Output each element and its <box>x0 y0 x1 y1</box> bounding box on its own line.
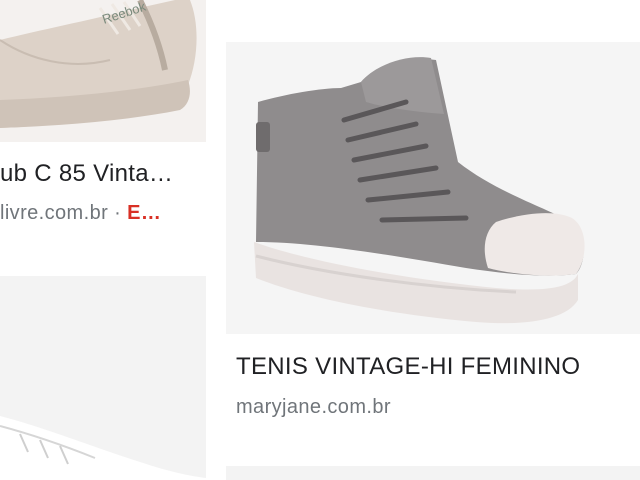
source-badge: E… <box>127 202 162 224</box>
result-image[interactable] <box>226 466 640 480</box>
result-card-tenis-vintage[interactable]: TENIS VINTAGE-HI FEMININO maryjane.com.b… <box>226 42 640 432</box>
result-source: livre.com.br · E… <box>0 202 161 225</box>
result-title[interactable]: TENIS VINTAGE-HI FEMININO <box>236 353 580 381</box>
result-card-partial[interactable] <box>226 466 640 480</box>
result-source: maryjane.com.br <box>236 396 391 418</box>
source-domain: livre.com.br <box>0 202 109 224</box>
source-separator: · <box>114 202 122 224</box>
result-card-reebok[interactable]: Reebok ub C 85 Vinta… livre.com.br · E… <box>0 0 206 240</box>
sneaker-reebok-image[interactable]: Reebok <box>0 0 206 142</box>
sneaker-grey-high-top-image[interactable] <box>226 42 640 334</box>
result-title[interactable]: ub C 85 Vinta… <box>0 160 173 188</box>
result-card-white-sneaker[interactable] <box>0 276 206 480</box>
sneaker-white-image[interactable] <box>0 276 206 480</box>
